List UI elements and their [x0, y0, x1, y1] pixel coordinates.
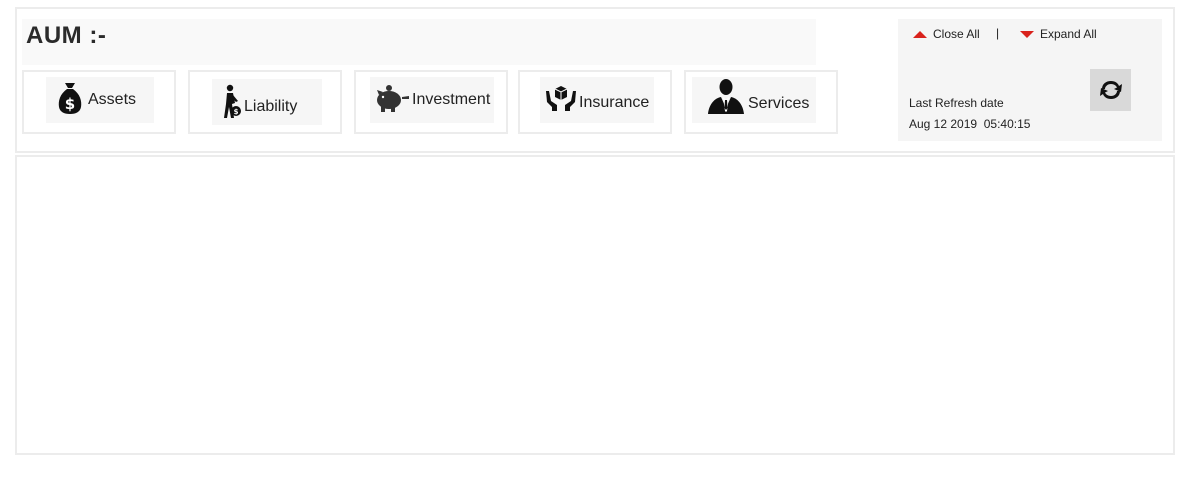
refresh-icon [1099, 81, 1122, 99]
category-liability-inner: $ Liability [212, 79, 322, 125]
category-investment[interactable]: Investment [354, 70, 508, 134]
money-bag-icon: $ [58, 81, 82, 120]
last-refresh-date: Aug 12 2019 05:40:15 [909, 117, 1031, 131]
refresh-button[interactable] [1090, 69, 1131, 111]
page-title: AUM :- [26, 22, 107, 49]
close-all-button[interactable]: Close All [913, 27, 980, 41]
category-liability-label: Liability [244, 98, 298, 115]
category-insurance[interactable]: Insurance [518, 70, 672, 134]
category-insurance-label: Insurance [579, 94, 650, 111]
triangle-down-icon [1020, 30, 1034, 38]
svg-text:$: $ [234, 108, 239, 116]
hands-box-icon [545, 83, 577, 118]
category-insurance-inner: Insurance [540, 77, 654, 123]
expand-all-label: Expand All [1040, 27, 1097, 41]
businessman-icon [706, 78, 746, 119]
category-assets-label: Assets [88, 91, 137, 108]
separator: | [996, 26, 1000, 40]
category-services-label: Services [748, 95, 810, 112]
category-services[interactable]: Services [684, 70, 838, 134]
piggy-bank-icon [376, 84, 410, 117]
category-investment-inner: Investment [370, 77, 494, 123]
aum-header-bar [22, 19, 816, 65]
category-assets-inner: $ Assets [46, 77, 154, 123]
category-services-inner: Services [692, 77, 816, 123]
svg-text:$: $ [65, 95, 75, 113]
category-investment-label: Investment [412, 91, 491, 108]
category-assets[interactable]: $ Assets [22, 70, 176, 134]
last-refresh-label: Last Refresh date [909, 96, 1004, 110]
person-debt-icon: $ [222, 84, 242, 125]
triangle-up-icon [913, 30, 927, 38]
close-all-label: Close All [933, 27, 980, 41]
category-liability[interactable]: $ Liability [188, 70, 342, 134]
expand-all-button[interactable]: Expand All [1020, 27, 1097, 41]
content-area [15, 155, 1175, 455]
